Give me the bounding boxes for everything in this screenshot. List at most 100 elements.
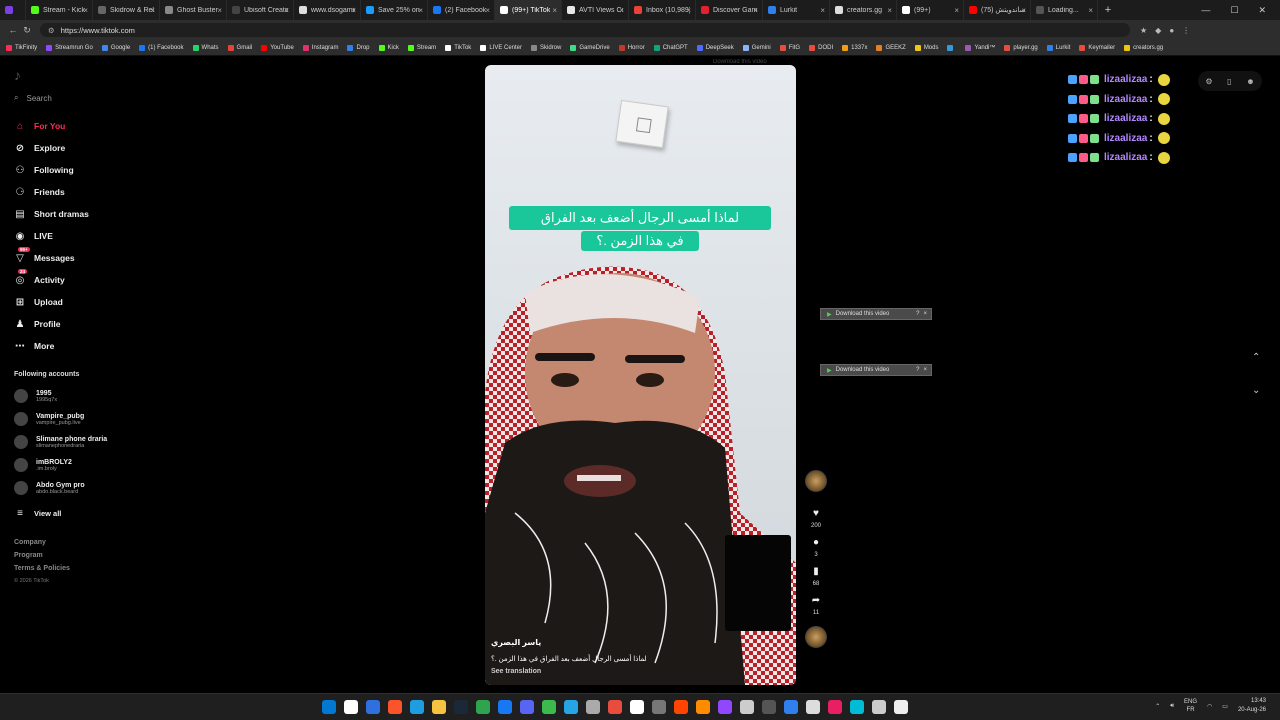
sidebar-item-live[interactable]: ◉ LIVE (14, 230, 53, 242)
sidebar-item-explore[interactable]: ⊘ Explore (14, 142, 65, 154)
tab-close-icon[interactable]: × (284, 6, 289, 15)
sidebar-item-upload[interactable]: ⊞ Upload (14, 296, 63, 308)
browser-tab[interactable]: (75) ساندويتش × (964, 0, 1031, 20)
sidebar-item-following[interactable]: ⚇ Following (14, 164, 74, 176)
tab-close-icon[interactable]: × (150, 6, 155, 15)
bookmark-item[interactable]: Streamrun Go (46, 44, 93, 51)
tab-close-icon[interactable]: × (820, 6, 825, 15)
taskbar-app-icon[interactable] (762, 700, 776, 714)
browser-tab[interactable]: Discover Game × (696, 0, 763, 20)
bookmark-item[interactable]: Mods (914, 44, 938, 51)
browser-tab[interactable]: Skidrow & Rel × (93, 0, 160, 20)
taskbar-app-icon[interactable] (454, 700, 468, 714)
close-icon[interactable]: × (923, 367, 931, 373)
extension-icon[interactable]: ◆ (1155, 26, 1161, 35)
save-button[interactable]: ▮ 68 (813, 566, 820, 587)
new-tab-button[interactable]: + (1098, 4, 1118, 16)
wifi-icon[interactable]: ◠ (1207, 703, 1212, 710)
download-video-button-1[interactable]: ▶ Download this video ? × (820, 308, 932, 320)
bookmark-item[interactable]: DODI (809, 44, 833, 51)
taskbar-app-icon[interactable] (828, 700, 842, 714)
footer-terms-link[interactable]: Terms & Policies (14, 565, 70, 572)
tab-close-icon[interactable]: × (351, 6, 356, 15)
bookmark-item[interactable]: Lurkit (1046, 44, 1070, 51)
bookmark-item[interactable]: DeepSeek (696, 44, 734, 51)
bookmark-item[interactable] (947, 44, 956, 51)
browser-tab[interactable]: Lurkit × (763, 0, 830, 20)
taskbar-app-icon[interactable] (344, 700, 358, 714)
user-avatar-icon[interactable]: ☻ (1246, 77, 1254, 86)
site-info-icon[interactable]: ⚙ (48, 26, 55, 35)
footer-company-link[interactable]: Company (14, 539, 46, 546)
sidebar-item-for-you[interactable]: ⌂ For You (14, 120, 65, 132)
bookmark-item[interactable]: Gmail (227, 44, 252, 51)
bookmark-item[interactable]: GameDrive (570, 44, 610, 51)
taskbar-app-icon[interactable] (520, 700, 534, 714)
tab-close-icon[interactable]: × (954, 6, 959, 15)
tab-close-icon[interactable]: × (217, 6, 222, 15)
minimize-icon[interactable]: — (1201, 5, 1210, 15)
bookmark-item[interactable]: Yandi™ (965, 44, 995, 51)
maximize-icon[interactable]: ☐ (1230, 5, 1238, 16)
battery-icon[interactable]: ▭ (1222, 703, 1228, 710)
taskbar-app-icon[interactable] (476, 700, 490, 714)
sidebar-item-friends[interactable]: ⚆ Friends (14, 186, 65, 198)
taskbar-app-icon[interactable] (652, 700, 666, 714)
device-icon[interactable]: ▯ (1227, 77, 1231, 86)
menu-icon[interactable]: ⋮ (1182, 26, 1190, 35)
taskbar-app-icon[interactable] (432, 700, 446, 714)
following-account[interactable]: Abdo Gym pro abdo.black.beard (14, 481, 85, 495)
browser-tab[interactable]: Save 25% on G× (361, 0, 428, 20)
tab-close-icon[interactable]: × (485, 6, 490, 15)
tab-close-icon[interactable]: × (619, 6, 624, 15)
video-player[interactable]: لماذا أمسى الرجال أضعف بعد الفراق في هذا… (485, 65, 796, 685)
browser-tab[interactable]: www.dsogamin × (294, 0, 361, 20)
taskbar-app-icon[interactable] (674, 700, 688, 714)
back-icon[interactable]: ← (6, 25, 20, 35)
browser-tab[interactable]: (99+) TikTok × (495, 0, 562, 20)
tab-close-icon[interactable]: × (552, 6, 557, 15)
taskbar-app-icon[interactable] (850, 700, 864, 714)
following-account[interactable]: 1995 1995q7x (14, 389, 57, 403)
taskbar-app-icon[interactable] (586, 700, 600, 714)
browser-tab[interactable]: Ubisoft Creato × (227, 0, 294, 20)
browser-tab[interactable]: creators.gg × (830, 0, 897, 20)
download-ghost-button[interactable]: Download this video (705, 57, 813, 67)
bookmark-item[interactable]: Horror (618, 44, 645, 51)
sidebar-item-activity[interactable]: ◎ 24 Activity (14, 269, 65, 286)
taskbar-app-icon[interactable] (894, 700, 908, 714)
comment-button[interactable]: ● 3 (813, 537, 819, 558)
share-button[interactable]: ➦ 11 (812, 595, 820, 616)
creator-avatar[interactable] (805, 470, 827, 492)
bookmark-item[interactable]: 1337x (842, 44, 867, 51)
download-video-button-2[interactable]: ▶ Download this video ? × (820, 364, 932, 376)
bookmark-item[interactable]: Keymailer (1079, 44, 1115, 51)
scroll-up-icon[interactable]: ⌃ (1252, 352, 1260, 363)
scroll-down-icon[interactable]: ⌄ (1252, 385, 1260, 396)
bookmark-item[interactable]: Whats (192, 44, 219, 51)
browser-tab[interactable]: Ghost Buster × (160, 0, 227, 20)
browser-tab[interactable]: AVTI Views Con× (562, 0, 629, 20)
taskbar-app-icon[interactable] (806, 700, 820, 714)
browser-tab[interactable]: (2) Facebook × (428, 0, 495, 20)
music-disc-icon[interactable] (805, 626, 827, 648)
close-window-icon[interactable]: ✕ (1258, 5, 1266, 16)
volume-icon[interactable]: 🔊︎ (1170, 703, 1174, 710)
footer-program-link[interactable]: Program (14, 552, 43, 559)
sidebar-item-short-dramas[interactable]: ▤ Short dramas (14, 208, 89, 220)
sidebar-item-messages[interactable]: ▽ 99+ Messages (14, 247, 75, 264)
taskbar-app-icon[interactable] (388, 700, 402, 714)
tab-close-icon[interactable]: × (753, 6, 758, 15)
see-translation-link[interactable]: See translation (491, 668, 541, 675)
bookmark-item[interactable]: (1) Facebook (139, 44, 184, 51)
following-account[interactable]: imBROLY2 .im.broly (14, 458, 72, 472)
following-account[interactable]: Slimane phone draria slimanephonedraria (14, 435, 107, 449)
taskbar-app-icon[interactable] (740, 700, 754, 714)
taskbar-app-icon[interactable] (630, 700, 644, 714)
taskbar-app-icon[interactable] (696, 700, 710, 714)
bookmark-item[interactable]: creators.gg (1124, 44, 1163, 51)
bookmark-item[interactable]: LIVE Center (480, 44, 522, 51)
help-icon[interactable]: ? (916, 367, 919, 373)
bookmark-item[interactable]: ChatGPT (653, 44, 688, 51)
bookmark-item[interactable]: Instagram (302, 44, 338, 51)
